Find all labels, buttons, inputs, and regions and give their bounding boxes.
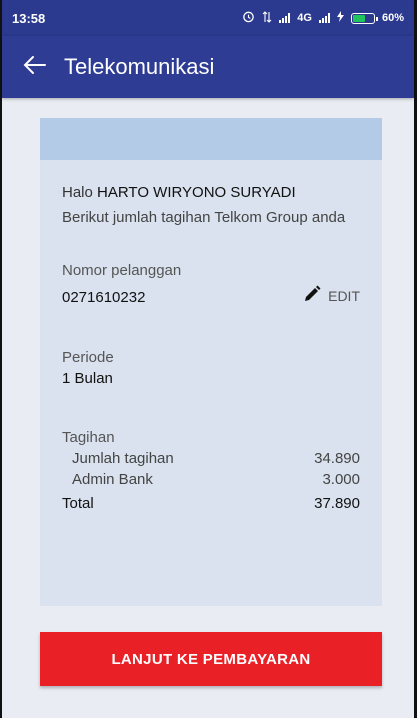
greeting: Halo HARTO WIRYONO SURYADI bbox=[62, 184, 360, 201]
billing-label: Tagihan bbox=[62, 429, 115, 446]
status-icons: 4G 60% bbox=[242, 10, 404, 26]
page-title: Telekomunikasi bbox=[64, 54, 215, 79]
data-transfer-icon bbox=[262, 10, 272, 26]
signal-icon-2 bbox=[318, 13, 330, 23]
phone-screen: 13:58 4G 60% Telekomunikasi Halo HARTO W… bbox=[0, 0, 417, 718]
card-body: Halo HARTO WIRYONO SURYADI Berikut jumla… bbox=[40, 160, 382, 512]
status-bar: 13:58 4G 60% bbox=[2, 0, 414, 36]
total-label: Total bbox=[62, 495, 94, 512]
bill-amount-label: Jumlah tagihan bbox=[72, 450, 174, 467]
customer-number-label: Nomor pelanggan bbox=[62, 262, 182, 279]
bill-card: Halo HARTO WIRYONO SURYADI Berikut jumla… bbox=[40, 118, 382, 606]
period-section: Periode 1 Bulan bbox=[62, 349, 360, 387]
battery-percent: 60% bbox=[381, 12, 404, 24]
bill-subtitle: Berikut jumlah tagihan Telkom Group anda bbox=[62, 209, 346, 226]
card-header bbox=[40, 118, 382, 160]
total-amount: 37.890 bbox=[314, 495, 360, 512]
admin-fee-row: Admin Bank 3.000 bbox=[62, 471, 360, 488]
period-label: Periode bbox=[62, 349, 114, 366]
bill-amount-row: Jumlah tagihan 34.890 bbox=[62, 450, 360, 467]
customer-number: 0271610232 bbox=[62, 289, 146, 306]
bill-amount: 34.890 bbox=[314, 450, 360, 467]
customer-number-section: Nomor pelanggan 0271610232 EDIT bbox=[62, 262, 360, 307]
edit-label: EDIT bbox=[328, 287, 360, 304]
total-row: Total 37.890 bbox=[62, 495, 360, 512]
customer-name: HARTO WIRYONO SURYADI bbox=[97, 184, 296, 201]
app-bar: Telekomunikasi bbox=[2, 36, 414, 98]
edit-button[interactable]: EDIT bbox=[302, 284, 360, 307]
battery-icon bbox=[350, 12, 378, 24]
continue-to-payment-button[interactable]: LANJUT KE PEMBAYARAN bbox=[40, 632, 382, 686]
charging-icon bbox=[336, 11, 344, 25]
alarm-icon bbox=[242, 10, 255, 26]
greeting-prefix: Halo bbox=[62, 184, 93, 201]
period-value: 1 Bulan bbox=[62, 370, 113, 387]
billing-section: Tagihan Jumlah tagihan 34.890 Admin Bank… bbox=[62, 429, 360, 512]
pencil-icon bbox=[302, 284, 322, 307]
arrow-left-icon bbox=[23, 55, 47, 80]
signal-icon bbox=[279, 13, 291, 23]
back-button[interactable] bbox=[18, 50, 52, 84]
admin-fee-label: Admin Bank bbox=[72, 471, 153, 488]
network-type: 4G bbox=[297, 12, 312, 24]
status-time: 13:58 bbox=[12, 10, 46, 26]
battery-level bbox=[352, 14, 365, 22]
admin-fee: 3.000 bbox=[322, 471, 360, 488]
